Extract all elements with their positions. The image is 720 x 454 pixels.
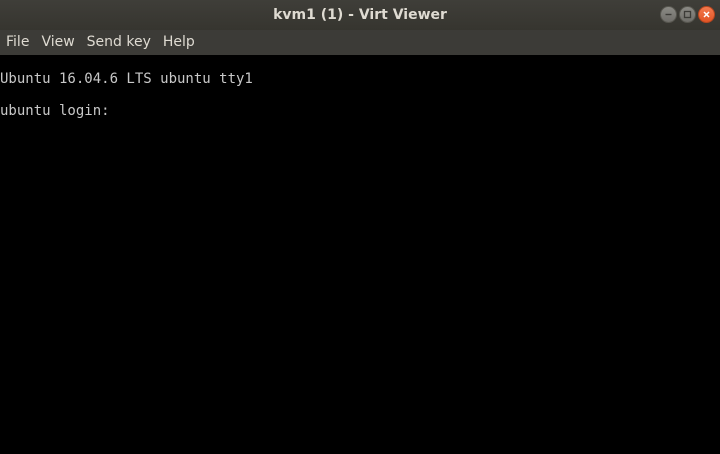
vm-console-display[interactable]: Ubuntu 16.04.6 LTS ubuntu tty1 ubuntu lo… <box>0 55 720 454</box>
login-prompt: ubuntu login: <box>0 103 119 119</box>
menu-help[interactable]: Help <box>157 30 201 55</box>
maximize-button[interactable] <box>679 6 696 23</box>
menu-bar: File View Send key Help <box>0 30 720 55</box>
maximize-icon <box>683 10 692 19</box>
window-title: kvm1 (1) - Virt Viewer <box>273 7 447 23</box>
menu-file[interactable]: File <box>0 30 35 55</box>
close-icon <box>703 11 710 18</box>
console-banner: Ubuntu 16.04.6 LTS ubuntu tty1 <box>0 71 253 87</box>
virt-viewer-window: kvm1 (1) - Virt Viewer File View Send ke… <box>0 0 720 454</box>
minimize-button[interactable] <box>660 6 677 23</box>
title-bar[interactable]: kvm1 (1) - Virt Viewer <box>0 0 720 30</box>
menu-send-key[interactable]: Send key <box>81 30 157 55</box>
menu-view[interactable]: View <box>35 30 80 55</box>
close-button[interactable] <box>698 6 715 23</box>
window-controls <box>660 6 715 24</box>
minimize-icon <box>665 13 672 16</box>
